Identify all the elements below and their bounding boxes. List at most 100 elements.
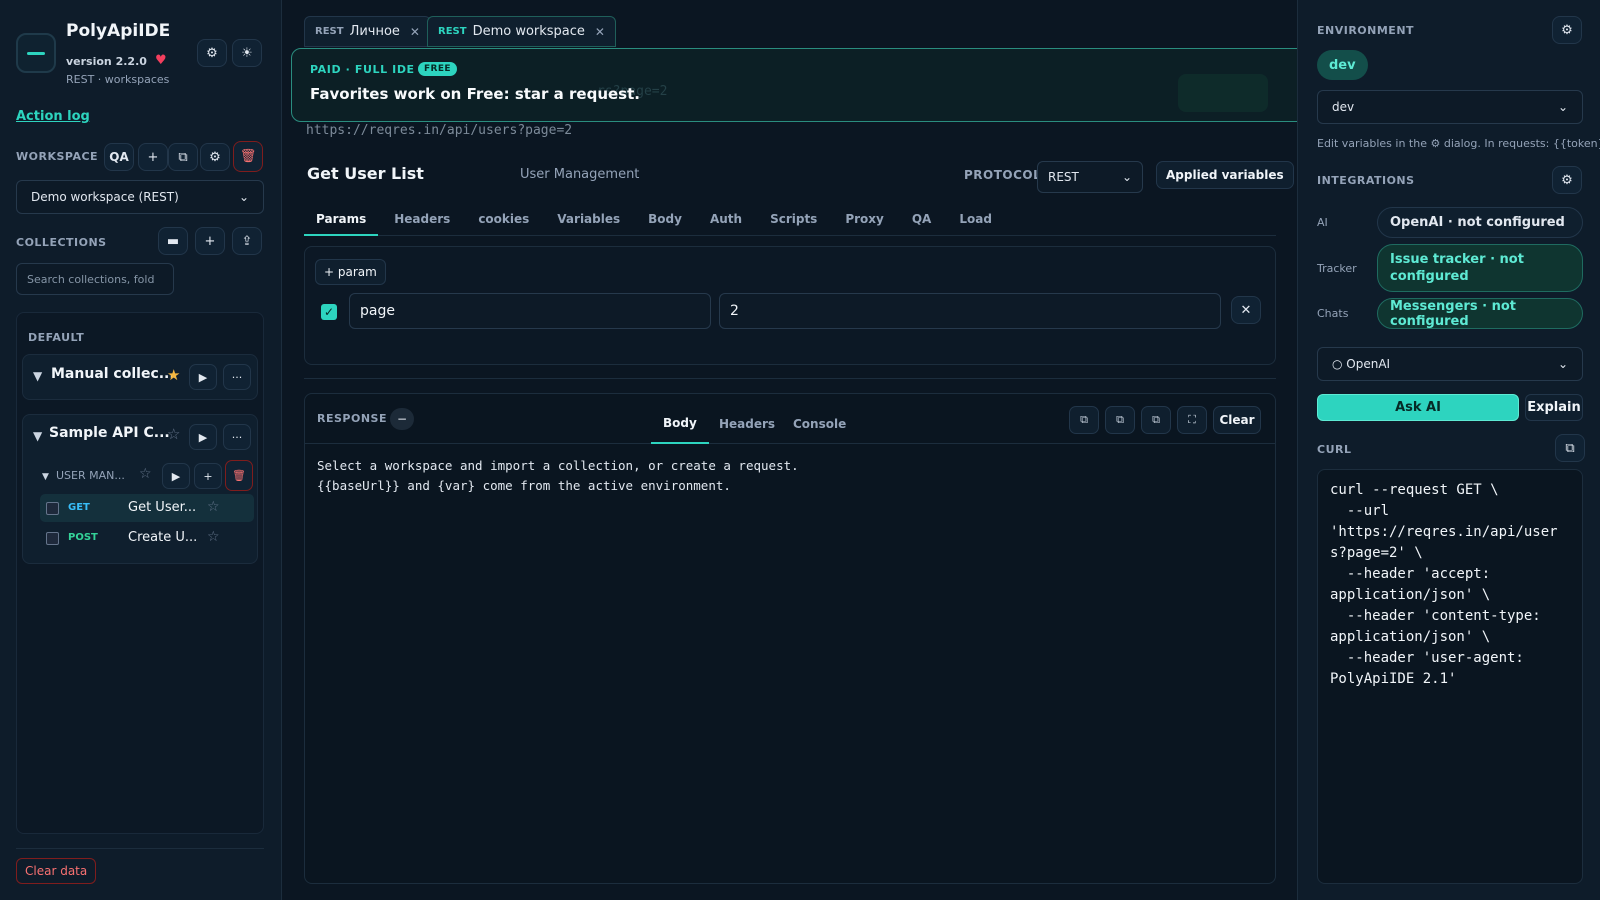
run-collection-button[interactable]: ▶ [189, 424, 217, 450]
workspace-label: WORKSPACE [16, 150, 99, 163]
close-icon: ✕ [1240, 302, 1252, 318]
request-checkbox[interactable] [46, 532, 59, 545]
tab-proxy[interactable]: Proxy [833, 204, 896, 236]
chevron-down-icon[interactable]: ▼ [33, 429, 42, 443]
duplicate-workspace-button[interactable]: ⧉ [168, 143, 198, 171]
request-name[interactable]: Get User... [128, 500, 196, 515]
applied-variables-button[interactable]: Applied variables [1156, 161, 1294, 189]
copy-curl-button[interactable]: ⧉ [1555, 434, 1585, 462]
free-badge: FREE [418, 62, 457, 76]
request-item[interactable]: GET Get User... ☆ [40, 494, 254, 522]
tab-cookies[interactable]: cookies [466, 204, 541, 236]
request-name[interactable]: Create U... [128, 530, 197, 545]
explain-button[interactable]: Explain [1525, 394, 1583, 421]
play-icon: ▶ [198, 370, 208, 384]
response-tab-body[interactable]: Body [651, 404, 709, 444]
workspace-select[interactable]: Demo workspace (REST) ⌄ [16, 180, 264, 214]
delete-workspace-button[interactable]: 🗑 [233, 141, 263, 172]
tab-qa[interactable]: QA [900, 204, 944, 236]
clear-data-button[interactable]: Clear data [16, 858, 97, 884]
divider [304, 378, 1276, 379]
copy-raw-button[interactable]: ⧉ [1141, 406, 1171, 434]
param-enabled-checkbox[interactable]: ✓ [321, 304, 337, 320]
star-outline-icon[interactable]: ☆ [207, 499, 220, 515]
tab-params[interactable]: Params [304, 204, 379, 236]
ask-ai-button[interactable]: Ask AI [1317, 394, 1519, 421]
integration-tracker-chip[interactable]: Issue tracker · not configured [1377, 244, 1583, 292]
folder-name[interactable]: USER MAN... [56, 469, 125, 482]
theme-toggle-button[interactable]: ☀ [232, 39, 262, 67]
chevron-down-icon: ⌄ [238, 190, 249, 204]
fullscreen-icon: ⛶ [1188, 413, 1196, 426]
param-key-input[interactable]: page [349, 293, 711, 329]
environment-chip[interactable]: dev [1317, 50, 1368, 80]
response-tab-headers[interactable]: Headers [707, 404, 787, 444]
workspace-settings-button[interactable]: ⚙ [200, 143, 230, 171]
request-sub-tabs: Params Headers cookies Variables Body Au… [304, 204, 1276, 236]
tab-demo-workspace[interactable]: REST Demo workspace ✕ [427, 16, 616, 47]
star-outline-icon[interactable]: ☆ [207, 529, 220, 545]
remove-param-button[interactable]: ✕ [1231, 296, 1261, 324]
collection-name[interactable]: Manual collec... [51, 366, 175, 382]
request-checkbox[interactable] [46, 502, 59, 515]
tab-variables[interactable]: Variables [545, 204, 632, 236]
chevron-down-icon[interactable]: ▼ [33, 369, 42, 383]
close-icon[interactable]: ✕ [595, 25, 605, 39]
environment-settings-button[interactable]: ⚙ [1552, 16, 1582, 44]
tab-personal[interactable]: REST Личное ✕ [304, 16, 431, 47]
run-folder-button[interactable]: ▶ [162, 463, 190, 489]
action-log-link[interactable]: Action log [16, 109, 90, 124]
request-title[interactable]: Get User List [307, 164, 424, 183]
integration-label-chats: Chats [1317, 307, 1349, 320]
tab-scripts[interactable]: Scripts [758, 204, 829, 236]
copy-response-button[interactable]: ⧉ [1069, 406, 1099, 434]
tab-auth[interactable]: Auth [698, 204, 754, 236]
collection-name[interactable]: Sample API C... [49, 425, 170, 441]
heart-icon[interactable]: ♥ [155, 53, 167, 68]
integrations-label: INTEGRATIONS [1317, 174, 1415, 187]
collection-more-button[interactable]: ··· [223, 364, 251, 390]
collection-item[interactable]: ▼ Manual collec... ★ ▶ ··· [22, 354, 258, 400]
run-collection-button[interactable]: ▶ [189, 364, 217, 390]
new-folder-button[interactable]: ▬ [158, 227, 188, 255]
integration-label-ai: AI [1317, 216, 1328, 229]
add-collection-button[interactable]: + [195, 227, 225, 255]
ai-provider-select[interactable]: ○ OpenAI ⌄ [1317, 347, 1583, 381]
tab-headers[interactable]: Headers [382, 204, 462, 236]
fullscreen-button[interactable]: ⛶ [1177, 406, 1207, 434]
ellipsis-icon: ··· [231, 430, 243, 444]
param-value-input[interactable]: 2 [719, 293, 1221, 329]
request-item[interactable]: POST Create U... ☆ [40, 524, 254, 552]
trash-icon: 🗑 [232, 469, 246, 482]
copy-headers-button[interactable]: ⧉ [1105, 406, 1135, 434]
add-workspace-button[interactable]: + [138, 143, 168, 171]
add-param-button[interactable]: + param [315, 259, 386, 285]
import-collection-button[interactable]: ⇪ [232, 227, 262, 255]
close-icon[interactable]: ✕ [410, 25, 420, 39]
workspace-qa-button[interactable]: QA [104, 143, 134, 171]
integration-ai-chip[interactable]: OpenAI · not configured [1377, 207, 1583, 238]
sidebar: PolyApiIDE version 2.2.0 ♥ REST · worksp… [0, 0, 282, 900]
delete-folder-button[interactable]: 🗑 [225, 460, 253, 491]
protocol-select[interactable]: REST ⌄ [1037, 161, 1143, 193]
star-outline-icon[interactable]: ☆ [167, 425, 180, 443]
star-outline-icon[interactable]: ☆ [139, 466, 152, 482]
tab-label: Demo workspace [472, 24, 585, 39]
response-tab-console[interactable]: Console [781, 404, 858, 444]
clear-response-button[interactable]: Clear [1213, 406, 1261, 434]
tab-load[interactable]: Load [947, 204, 1004, 236]
star-filled-icon[interactable]: ★ [167, 366, 180, 384]
collapse-response-button[interactable]: − [390, 408, 414, 430]
app-logo [16, 33, 56, 73]
environment-select[interactable]: dev ⌄ [1317, 90, 1583, 124]
chevron-down-icon[interactable]: ▼ [42, 472, 49, 482]
collection-more-button[interactable]: ··· [223, 424, 251, 450]
response-label: RESPONSE [317, 412, 387, 425]
add-request-button[interactable]: + [194, 463, 222, 489]
integrations-settings-button[interactable]: ⚙ [1552, 166, 1582, 194]
settings-button[interactable]: ⚙ [197, 39, 227, 67]
tab-body[interactable]: Body [636, 204, 694, 236]
collections-search-input[interactable]: Search collections, fold [16, 263, 174, 295]
plus-icon: + [204, 233, 216, 249]
integration-chats-chip[interactable]: Messengers · not configured [1377, 298, 1583, 329]
